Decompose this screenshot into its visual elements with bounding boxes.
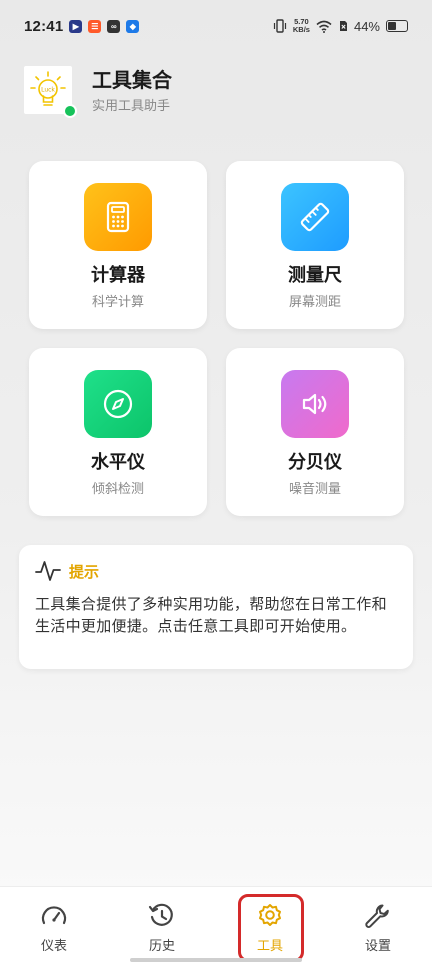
status-right: 5.70 KB/s 44%	[273, 18, 408, 34]
battery-percent: 44%	[353, 18, 380, 34]
tool-desc: 噪音测量	[288, 482, 341, 497]
notification-message-icon: ◆	[126, 19, 140, 33]
tool-name: 计算器	[91, 265, 145, 286]
tool-name: 水平仪	[91, 452, 145, 473]
selection-highlight	[238, 894, 304, 962]
logo-text: Luck	[41, 87, 55, 94]
tip-header: 提示	[35, 559, 397, 583]
nav-label: 设置	[364, 939, 391, 954]
status-time: 12:41	[24, 17, 64, 35]
network-speed-unit: KB/s	[292, 25, 310, 34]
network-speed: 5.70 KB/s	[293, 18, 310, 34]
tool-icon-bg	[84, 183, 152, 251]
battery-icon	[386, 20, 408, 32]
wifi-icon	[316, 20, 332, 33]
notification-play-icon: ▶	[69, 19, 83, 33]
nav-item-history[interactable]: 历史	[108, 887, 216, 964]
history-icon	[148, 903, 173, 926]
no-sim-icon	[339, 21, 347, 31]
nav-label: 历史	[148, 939, 175, 954]
tip-title: 提示	[69, 562, 100, 581]
gauge-icon	[41, 906, 67, 925]
tool-card-ruler[interactable]: 测量尺 屏幕测距	[226, 161, 404, 329]
compass-icon	[103, 389, 133, 419]
lightbulb-icon: Luck	[30, 71, 66, 106]
tool-name: 测量尺	[288, 265, 342, 286]
nav-label: 仪表	[40, 939, 67, 954]
status-bar: 12:41 ▶ ☰ ∞ ◆ 5.70 KB/s 44%	[0, 0, 432, 52]
tool-desc: 科学计算	[91, 295, 144, 310]
tool-card-level[interactable]: 水平仪 倾斜检测	[29, 348, 207, 516]
tool-name: 分贝仪	[288, 452, 342, 473]
app-header: Luck 工具集合 实用工具助手	[24, 66, 172, 118]
tool-card-calculator[interactable]: 计算器 科学计算	[29, 161, 207, 329]
status-left: 12:41 ▶ ☰ ∞ ◆	[24, 17, 140, 35]
nav-item-settings[interactable]: 设置	[324, 887, 432, 964]
wrench-icon	[365, 904, 389, 928]
vibrate-icon	[273, 19, 286, 33]
nav-item-dashboard[interactable]: 仪表	[0, 887, 108, 964]
tool-desc: 倾斜检测	[91, 482, 144, 497]
bottom-nav: 仪表 历史 工具 设置	[0, 886, 432, 964]
calculator-icon	[106, 201, 130, 233]
online-status-dot	[63, 104, 77, 118]
tool-desc: 屏幕测距	[288, 295, 341, 310]
tool-icon-bg	[281, 183, 349, 251]
app-subtitle: 实用工具助手	[92, 98, 171, 114]
tool-icon-bg	[84, 370, 152, 438]
app-title: 工具集合	[92, 67, 172, 92]
ruler-icon	[300, 202, 330, 232]
notification-app-icon: ☰	[88, 19, 102, 33]
tool-icon-bg	[281, 370, 349, 438]
tip-body: 工具集合提供了多种实用功能，帮助您在日常工作和生活中更加便捷。点击任意工具即可开…	[35, 595, 387, 635]
app-logo[interactable]: Luck	[24, 66, 77, 118]
tool-card-decibel[interactable]: 分贝仪 噪音测量	[226, 348, 404, 516]
header-text: 工具集合 实用工具助手	[92, 67, 172, 114]
speaker-icon	[302, 393, 327, 415]
home-indicator[interactable]	[130, 958, 302, 962]
notification-link-icon: ∞	[107, 19, 121, 33]
activity-pulse-icon	[35, 561, 61, 581]
tip-card: 提示 工具集合提供了多种实用功能，帮助您在日常工作和生活中更加便捷。点击任意工具…	[19, 545, 413, 669]
